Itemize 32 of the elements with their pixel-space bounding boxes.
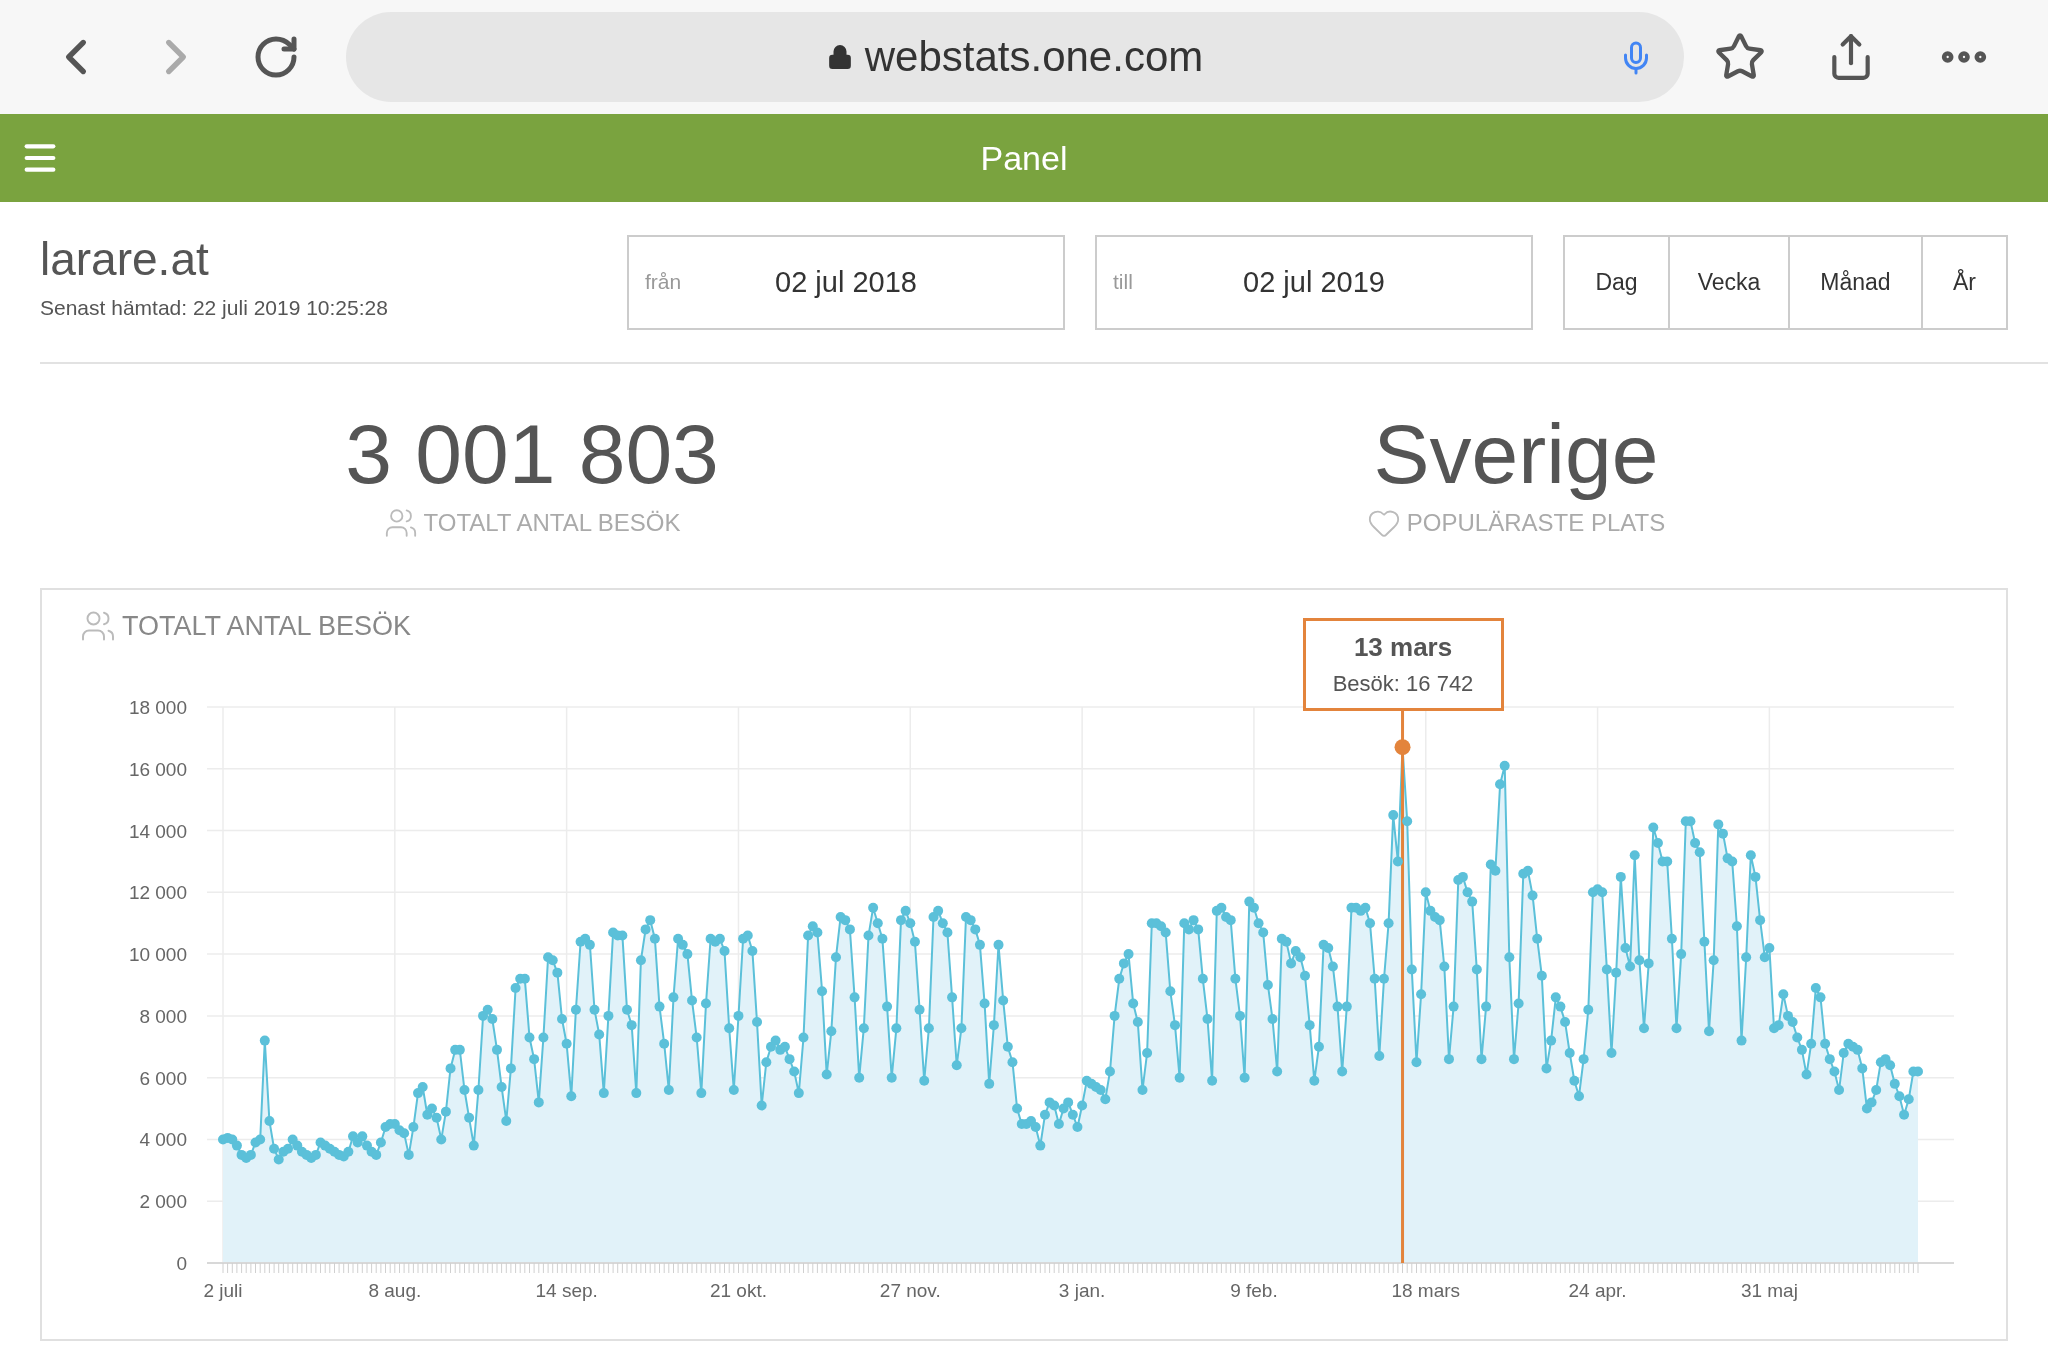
x-axis-label: 24 apr. — [1568, 1280, 1627, 1301]
y-axis-label: 6 000 — [139, 1067, 187, 1089]
x-axis-label: 18 mars — [1391, 1280, 1461, 1301]
stat-label: TOTALT ANTAL BESÖK — [423, 509, 681, 537]
y-axis-label: 12 000 — [128, 882, 187, 904]
x-axis-label: 8 aug. — [368, 1280, 422, 1301]
y-axis-label: 18 000 — [128, 697, 187, 718]
page-title: Panel — [980, 138, 1068, 178]
address-bar[interactable]: webstats.one.com — [346, 12, 1684, 102]
y-axis-label: 0 — [176, 1253, 187, 1274]
chart-title: TOTALT ANTAL BESÖK — [122, 610, 412, 642]
x-axis-label: 2 juli — [203, 1280, 243, 1301]
date-field[interactable]: från 02 jul 2018 — [627, 234, 1065, 330]
y-axis-label: 4 000 — [139, 1129, 187, 1151]
site-name: larare.at — [40, 232, 210, 286]
y-axis-label: 16 000 — [128, 758, 187, 780]
stat-label: POPULÄRASTE PLATS — [1406, 509, 1666, 537]
y-axis-label: 8 000 — [139, 1005, 187, 1027]
y-axis-label: 14 000 — [128, 820, 187, 842]
stat-value: 3 001 803 — [345, 412, 719, 496]
x-axis-label: 27 nov. — [879, 1280, 941, 1301]
chart-tooltip: 13 mars Besök: 16 742 — [1302, 618, 1504, 711]
date-field[interactable]: till 02 jul 2019 — [1095, 234, 1533, 330]
url-text: webstats.one.com — [864, 33, 1204, 81]
x-axis-label: 3 jan. — [1058, 1280, 1106, 1301]
y-axis-label: 10 000 — [128, 944, 187, 966]
x-axis-label: 9 feb. — [1230, 1280, 1278, 1301]
x-axis-label: 14 sep. — [535, 1280, 598, 1301]
last-fetched-text: Senast hämtad: 22 juli 2019 10:25:28 — [40, 296, 389, 320]
x-axis-label: 31 maj — [1740, 1280, 1798, 1301]
x-axis-label: 21 okt. — [709, 1280, 767, 1301]
y-axis-label: 2 000 — [139, 1191, 187, 1213]
